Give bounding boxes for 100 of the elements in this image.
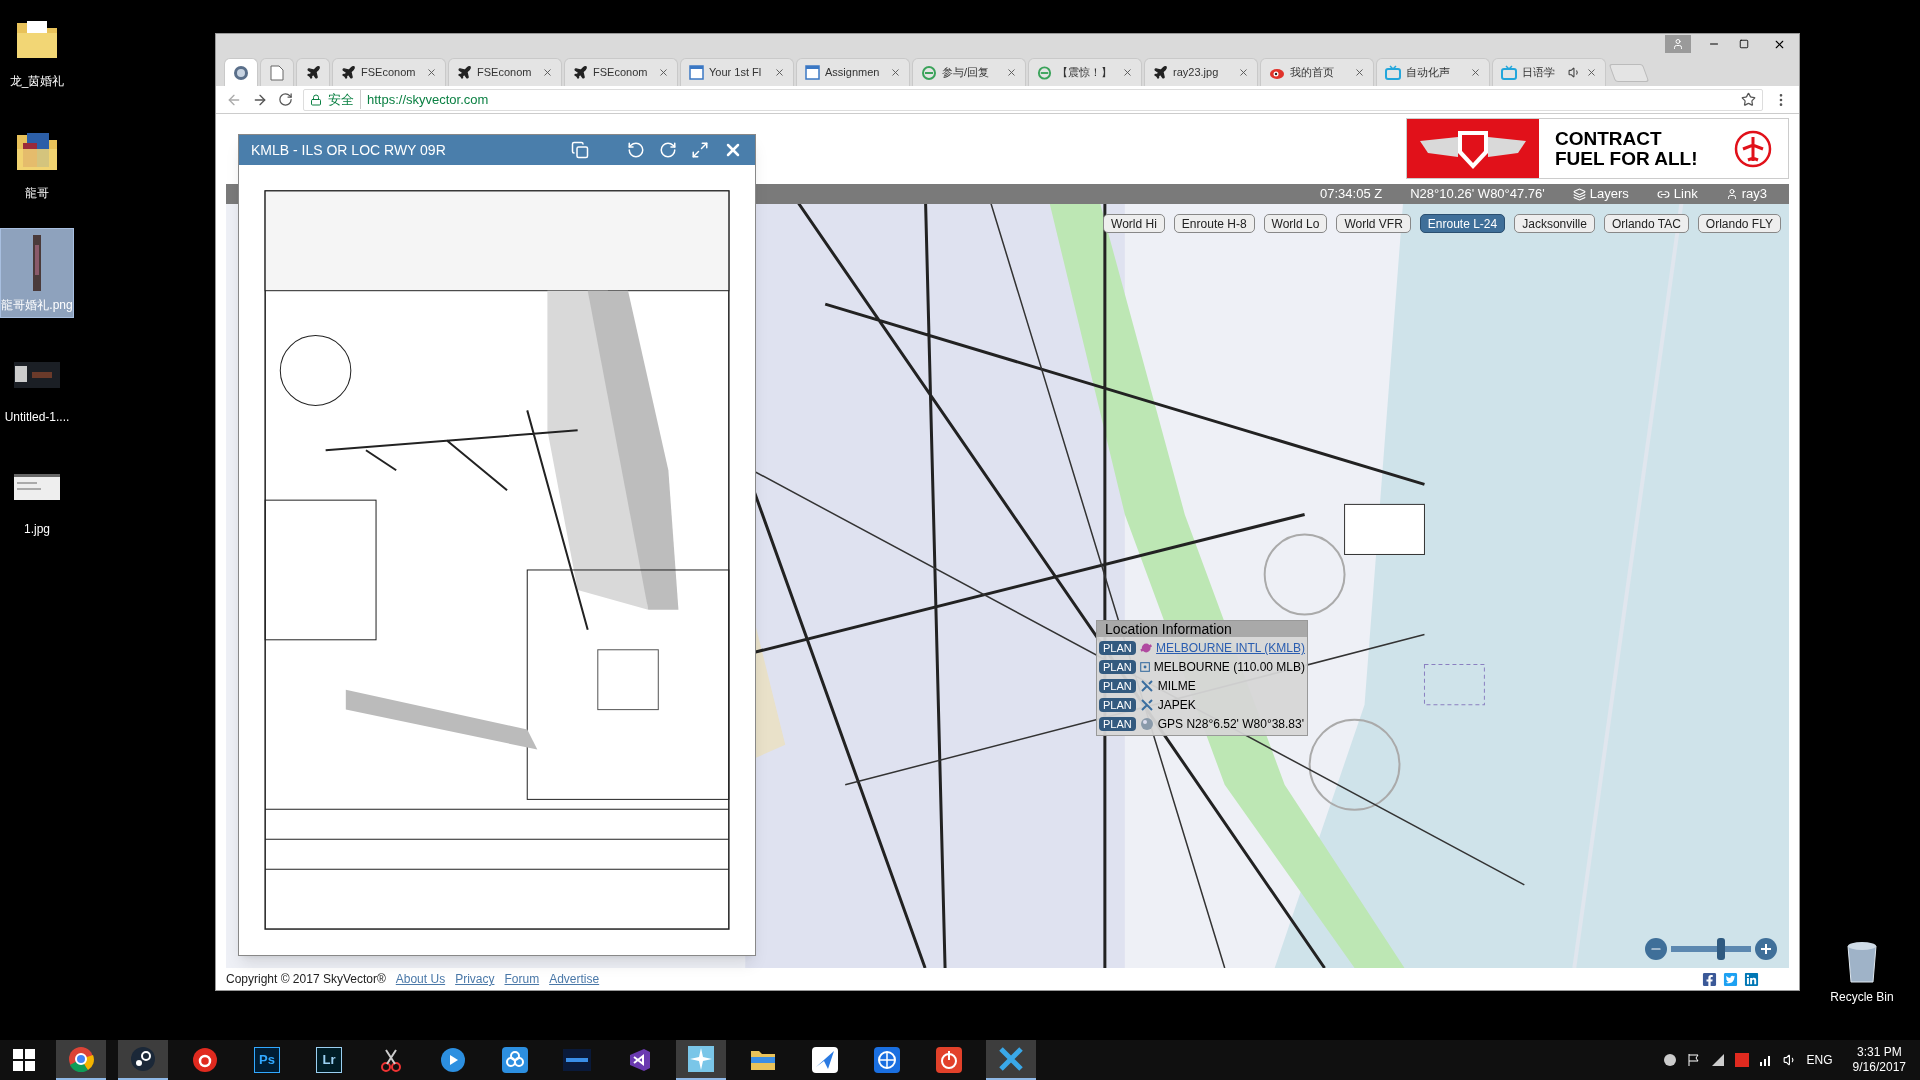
globe-icon [1139,717,1154,731]
file-name: Recycle Bin [1830,989,1894,1006]
person-icon [1672,38,1684,50]
linkedin-icon[interactable] [1744,971,1759,987]
tab-title: 参与/回复 [942,65,990,81]
plan-button[interactable]: PLAN [1099,660,1136,674]
close-icon[interactable] [1122,67,1133,78]
close-icon[interactable] [1586,67,1597,78]
close-icon[interactable] [426,67,437,78]
browser-tab[interactable]: Your 1st Fl [680,58,794,86]
close-icon[interactable] [542,67,553,78]
desktop-icon[interactable]: 龍哥 [0,116,74,206]
input-language[interactable]: ENG [1806,1051,1833,1069]
slider-thumb[interactable] [1716,938,1725,960]
desktop-icon[interactable]: 龙_茵婚礼 [0,4,74,94]
utc-time: 07:34:05 Z [1320,185,1383,204]
clock-time: 3:31 PM [1856,1045,1902,1060]
plan-button[interactable]: PLAN [1099,679,1136,693]
windows-start-icon[interactable] [13,1049,35,1071]
facebook-icon[interactable] [1702,971,1717,987]
footer-link[interactable]: About Us [395,970,446,988]
browser-tab[interactable]: Assignmen [796,58,910,86]
browser-tab[interactable]: 自动化声 [1376,58,1490,86]
airport-link[interactable]: MELBOURNE INTL (KMLB) [1156,639,1305,657]
close-icon[interactable] [1354,67,1365,78]
desktop-icon[interactable]: Untitled-1.... [0,340,74,430]
layers-button[interactable]: Layers [1572,184,1629,204]
cursor-coordinates: N28°10.26' W80°47.76' [1410,185,1545,204]
browser-tab[interactable]: 日语学 [1492,58,1606,86]
swirl-icon [921,64,937,81]
app-icon: Lr [316,1047,342,1073]
chart-button[interactable]: Enroute H-8 [1173,214,1255,233]
maximize-icon [1739,39,1749,49]
globe-icon [233,64,249,81]
file-name: 龍哥 [25,185,49,201]
chart-button[interactable]: Enroute L-24 [1419,214,1506,233]
tab-title: FSEconom [361,65,416,81]
bookmark-star-icon[interactable] [1741,92,1756,107]
chart-button[interactable]: World VFR [1336,214,1411,233]
plan-button[interactable]: PLAN [1099,698,1136,712]
chart-button[interactable]: Jacksonville [1514,214,1595,233]
waypoint-icon [1139,679,1154,693]
browser-tab[interactable] [296,58,330,86]
taskbar-button[interactable] [118,1040,168,1080]
tab-title: FSEconom [477,65,532,81]
plan-button[interactable]: PLAN [1099,717,1136,731]
plane-icon [573,65,588,80]
speaker-icon [1568,66,1581,79]
browser-tab[interactable]: FSEconom [564,58,678,86]
link-button[interactable]: Link [1656,184,1698,204]
reload-icon[interactable] [278,92,293,107]
browser-tab[interactable]: FSEconom [448,58,562,86]
twitter-icon[interactable] [1723,971,1738,987]
close-icon[interactable] [1238,67,1249,78]
browser-tab[interactable]: ray23.jpg [1144,58,1258,86]
chart-button[interactable]: Orlando FLY [1697,214,1781,233]
rotate-left-icon[interactable] [627,141,645,159]
chart-button[interactable]: Orlando TAC [1603,214,1689,233]
steam-icon [130,1046,156,1072]
browser-tab[interactable]: 我的首页 [1260,58,1374,86]
file-name: 龙_茵婚礼 [9,73,65,89]
chart-button[interactable]: World Hi [1103,214,1165,233]
address-bar[interactable]: 安全 https://skyvector.com [303,88,1763,111]
rotate-right-icon[interactable] [659,141,677,159]
close-icon[interactable] [1006,67,1017,78]
taskbar-button[interactable]: Lr [304,1040,354,1080]
expand-icon[interactable] [691,141,709,159]
window-icon [689,65,704,80]
copy-icon[interactable] [571,141,589,159]
app-tray-icon[interactable] [1734,1053,1749,1067]
desktop-icon[interactable]: 1.jpg [0,452,74,542]
trash-bin-icon[interactable] [1845,940,1879,984]
browser-tab[interactable]: FSEconom [332,58,446,86]
tab-title: 【震惊！】 [1057,65,1112,81]
close-icon[interactable] [774,67,785,78]
user-button[interactable]: ray3 [1725,184,1767,204]
close-icon[interactable] [890,67,901,78]
app-icon: Ps [254,1047,280,1073]
taskbar-button[interactable] [56,1040,106,1080]
taskbar-button[interactable]: Ps [242,1040,292,1080]
clock[interactable]: 3:31 PM 9/16/2017 [1852,1045,1906,1075]
tab-title: 我的首页 [1290,65,1334,81]
chart-button[interactable]: World Lo [1263,214,1328,233]
footer-link[interactable]: Privacy [455,970,495,988]
taskbar-button[interactable] [676,1040,726,1080]
footer-link[interactable]: Advertise [549,970,600,988]
browser-tab[interactable]: 参与/回复 [912,58,1026,86]
tray-icon[interactable] [1662,1053,1677,1067]
network-icon[interactable] [1710,1053,1725,1067]
plane-icon [341,65,356,80]
close-icon[interactable] [1470,67,1481,78]
footer-link[interactable]: Forum [504,970,540,988]
advertisement-banner[interactable]: CONTRACT FUEL FOR ALL! [1406,118,1789,179]
close-icon[interactable] [658,67,669,78]
signal-icon[interactable] [1758,1053,1773,1067]
flag-icon[interactable] [1686,1053,1701,1067]
lock-icon [310,93,322,106]
browser-tab[interactable]: 【震惊！】 [1028,58,1142,86]
plan-button[interactable]: PLAN [1099,641,1136,655]
url-text: https://skyvector.com [367,90,489,109]
